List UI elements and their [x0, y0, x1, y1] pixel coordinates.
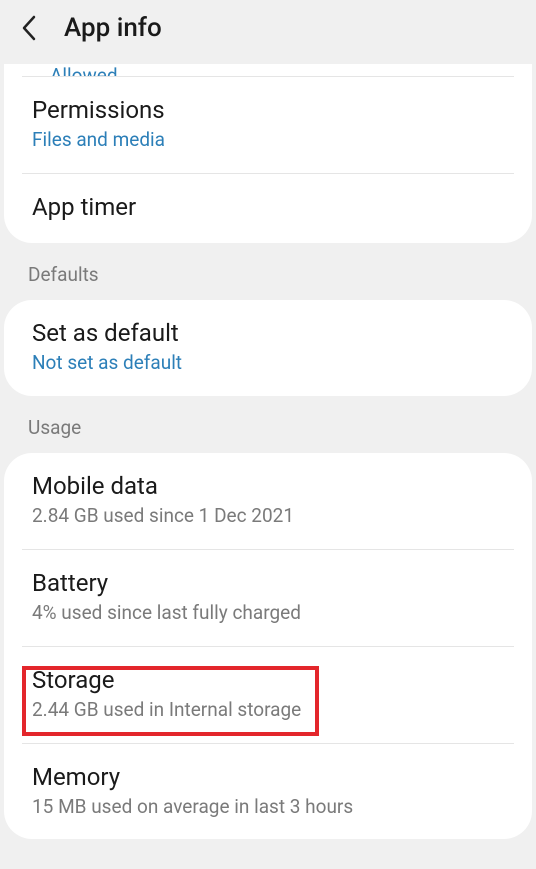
storage-sub: 2.44 GB used in Internal storage	[32, 698, 504, 723]
row-set-default[interactable]: Set as default Not set as default	[4, 300, 532, 396]
app-timer-title: App timer	[32, 192, 504, 223]
memory-title: Memory	[32, 762, 504, 793]
row-memory[interactable]: Memory 15 MB used on average in last 3 h…	[4, 744, 532, 840]
row-mobile-data[interactable]: Mobile data 2.84 GB used since 1 Dec 202…	[4, 453, 532, 549]
row-battery[interactable]: Battery 4% used since last fully charged	[4, 550, 532, 646]
section-label-usage: Usage	[0, 396, 536, 453]
card-usage: Mobile data 2.84 GB used since 1 Dec 202…	[4, 453, 532, 840]
battery-title: Battery	[32, 568, 504, 599]
row-app-timer[interactable]: App timer	[4, 174, 532, 243]
row-permissions[interactable]: Permissions Files and media	[4, 77, 532, 173]
back-icon[interactable]	[14, 12, 46, 44]
permissions-sub: Files and media	[32, 128, 504, 153]
mobile-data-sub: 2.84 GB used since 1 Dec 2021	[32, 504, 504, 529]
clipped-subtitle: Allowed	[4, 64, 532, 76]
row-storage[interactable]: Storage 2.44 GB used in Internal storage	[4, 647, 532, 743]
mobile-data-title: Mobile data	[32, 471, 504, 502]
card-defaults: Set as default Not set as default	[4, 300, 532, 396]
page-title: App info	[64, 13, 162, 43]
header: App info	[0, 0, 536, 64]
set-default-sub: Not set as default	[32, 351, 504, 376]
battery-sub: 4% used since last fully charged	[32, 601, 504, 626]
memory-sub: 15 MB used on average in last 3 hours	[32, 795, 504, 820]
section-label-defaults: Defaults	[0, 243, 536, 300]
storage-title: Storage	[32, 665, 504, 696]
permissions-title: Permissions	[32, 95, 504, 126]
set-default-title: Set as default	[32, 318, 504, 349]
card-top: Allowed Permissions Files and media App …	[4, 64, 532, 243]
